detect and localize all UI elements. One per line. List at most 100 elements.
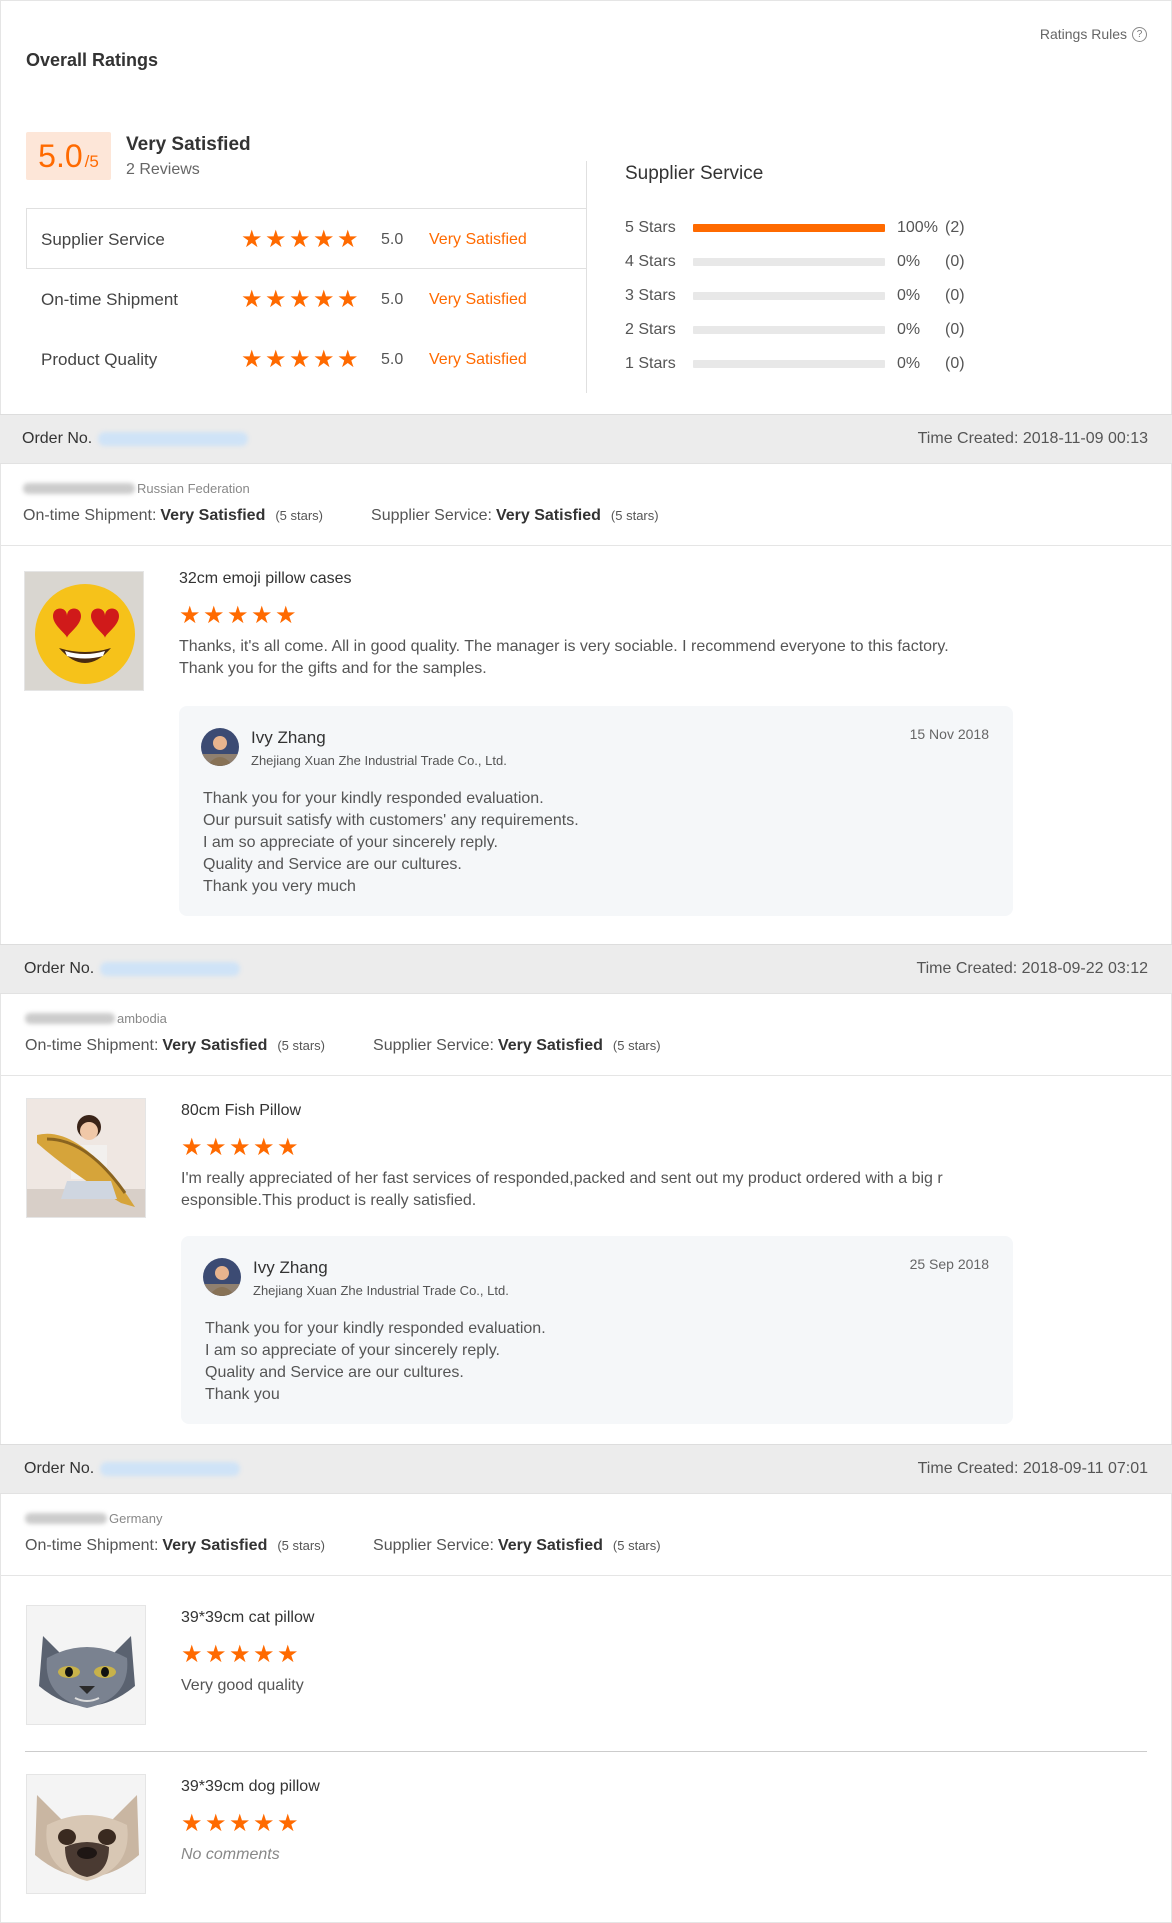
dimension-name: On-time Shipment xyxy=(41,290,178,309)
star-icon: ★ xyxy=(277,1641,299,1668)
dimension-score: 5.0 xyxy=(381,351,404,368)
supplier-service-level: Very Satisfied xyxy=(497,1037,603,1054)
star-icon: ★ xyxy=(205,1641,227,1668)
distribution-percent: 0% xyxy=(897,253,921,270)
star-icon: ★ xyxy=(289,346,311,373)
reply-company: Zhejiang Xuan Zhe Industrial Trade Co., … xyxy=(251,753,507,768)
distribution-bar xyxy=(693,224,885,232)
buyer-country: Germany xyxy=(25,1511,162,1526)
star-rating: ★ ★ ★ ★ ★ xyxy=(241,286,377,313)
buyer-info: Russian Federation On-time Shipment: Ver… xyxy=(0,464,1172,546)
order-number: Order No. xyxy=(24,1460,241,1478)
star-icon: ★ xyxy=(251,602,273,629)
product-image[interactable] xyxy=(24,571,144,691)
product-title[interactable]: 32cm emoji pillow cases xyxy=(179,570,352,588)
avatar-icon xyxy=(203,1258,241,1296)
review-text: Very good quality xyxy=(181,1675,991,1697)
redacted-order-number xyxy=(98,432,249,446)
distribution-bar xyxy=(693,258,885,266)
dimension-level: Very Satisfied xyxy=(429,351,527,368)
star-icon: ★ xyxy=(229,1134,251,1161)
redacted-buyer-name xyxy=(25,1513,107,1524)
supplier-service-label: Supplier Service: xyxy=(373,1537,494,1554)
buyer-ratings: On-time Shipment: Very Satisfied (5 star… xyxy=(25,1537,661,1555)
avatar xyxy=(203,1258,241,1296)
star-icon: ★ xyxy=(227,602,249,629)
ratings-rules-link[interactable]: Ratings Rules ? xyxy=(1040,26,1147,42)
supplier-service-stars: (5 stars) xyxy=(612,1538,661,1553)
dimension-level: Very Satisfied xyxy=(429,231,527,248)
reply-author: Ivy Zhang xyxy=(251,728,326,747)
on-time-label: On-time Shipment: xyxy=(25,1037,159,1054)
distribution-bar xyxy=(693,326,885,334)
star-icon: ★ xyxy=(289,286,311,313)
dimension-row-product-quality[interactable]: Product Quality ★ ★ ★ ★ ★ 5.0 Very Satisfied xyxy=(41,345,561,375)
redacted-order-number xyxy=(100,1462,241,1476)
review-stars: ★ ★ ★ ★ ★ xyxy=(181,1810,299,1837)
star-icon: ★ xyxy=(337,226,359,253)
reply-line: Thank you for your kindly responded eval… xyxy=(205,1320,546,1337)
supplier-service-label: Supplier Service: xyxy=(373,1037,494,1054)
reply-text: Thank you for your kindly responded eval… xyxy=(203,788,579,898)
order-time: Time Created: 2018-09-22 03:12 xyxy=(916,960,1148,978)
divider xyxy=(586,263,587,393)
supplier-reply: Ivy Zhang Zhejiang Xuan Zhe Industrial T… xyxy=(179,706,1013,916)
star-icon: ★ xyxy=(205,1134,227,1161)
product-image[interactable] xyxy=(26,1605,146,1725)
product-image[interactable] xyxy=(26,1098,146,1218)
reply-date: 25 Sep 2018 xyxy=(909,1256,989,1272)
reply-author: Ivy Zhang xyxy=(253,1258,328,1277)
star-icon: ★ xyxy=(277,1134,299,1161)
distribution-percent: 0% xyxy=(897,355,921,372)
review-text: No comments xyxy=(181,1844,991,1866)
star-icon: ★ xyxy=(313,226,335,253)
supplier-service-label: Supplier Service: xyxy=(371,507,492,524)
dimension-row-on-time-shipment[interactable]: On-time Shipment ★ ★ ★ ★ ★ 5.0 Very Satisfie… xyxy=(41,285,561,315)
on-time-level: Very Satisfied xyxy=(162,1037,268,1054)
product-title[interactable]: 39*39cm cat pillow xyxy=(181,1609,314,1627)
buyer-country: ambodia xyxy=(25,1011,167,1026)
review-text-line: I'm really appreciated of her fast servi… xyxy=(181,1170,943,1187)
on-time-stars: (5 stars) xyxy=(277,1038,326,1053)
time-created-value: 2018-09-11 07:01 xyxy=(1022,1460,1148,1477)
buyer-ratings: On-time Shipment: Very Satisfied (5 star… xyxy=(23,507,659,525)
distribution-row: 1 Stars 0% (0) xyxy=(625,353,985,375)
question-icon[interactable]: ? xyxy=(1132,26,1147,42)
review-stars: ★ ★ ★ ★ ★ xyxy=(181,1641,299,1668)
product-title[interactable]: 39*39cm dog pillow xyxy=(181,1778,320,1796)
reply-line: Quality and Service are our cultures. xyxy=(203,856,462,873)
buyer-country-name: ambodia xyxy=(117,1011,167,1026)
time-created-value: 2018-11-09 00:13 xyxy=(1022,430,1148,447)
order-time: Time Created: 2018-09-11 07:01 xyxy=(918,1460,1148,1478)
distribution-label: 4 Stars xyxy=(625,253,676,270)
product-image[interactable] xyxy=(26,1774,146,1894)
buyer-ratings: On-time Shipment: Very Satisfied (5 star… xyxy=(25,1037,661,1055)
star-rating: ★ ★ ★ ★ ★ xyxy=(241,346,377,373)
star-icon: ★ xyxy=(203,602,225,629)
dimension-row-supplier-service[interactable]: Supplier Service ★ ★ ★ ★ ★ 5.0 Very Satisfie… xyxy=(41,225,561,255)
distribution-row: 3 Stars 0% (0) xyxy=(625,285,985,307)
product-title[interactable]: 80cm Fish Pillow xyxy=(181,1102,301,1120)
star-icon: ★ xyxy=(313,286,335,313)
reply-line: Thank you for your kindly responded eval… xyxy=(203,790,544,807)
on-time-level: Very Satisfied xyxy=(160,507,266,524)
distribution-bar xyxy=(693,360,885,368)
star-icon: ★ xyxy=(253,1810,275,1837)
star-icon: ★ xyxy=(265,286,287,313)
review-text-line: esponsible.This product is really satisf… xyxy=(181,1192,477,1209)
supplier-reply: Ivy Zhang Zhejiang Xuan Zhe Industrial T… xyxy=(181,1236,1013,1424)
supplier-service-level: Very Satisfied xyxy=(497,1537,603,1554)
redacted-order-number xyxy=(100,962,241,976)
time-created-label: Time Created: xyxy=(916,960,1018,977)
distribution-percent: 0% xyxy=(897,321,921,338)
star-icon: ★ xyxy=(181,1641,203,1668)
reply-date: 15 Nov 2018 xyxy=(909,726,989,742)
order-number-label: Order No. xyxy=(24,1460,95,1477)
overall-ratings-title: Overall Ratings xyxy=(26,50,159,70)
star-icon: ★ xyxy=(241,226,263,253)
distribution-row: 5 Stars 100% (2) xyxy=(625,217,985,239)
dimension-name: Product Quality xyxy=(41,350,158,369)
emoji-heart-eyes-pillow-image xyxy=(25,572,143,690)
review: 32cm emoji pillow cases ★ ★ ★ ★ ★ Thanks, it… xyxy=(0,546,1172,944)
reply-line: Thank you xyxy=(205,1386,280,1403)
